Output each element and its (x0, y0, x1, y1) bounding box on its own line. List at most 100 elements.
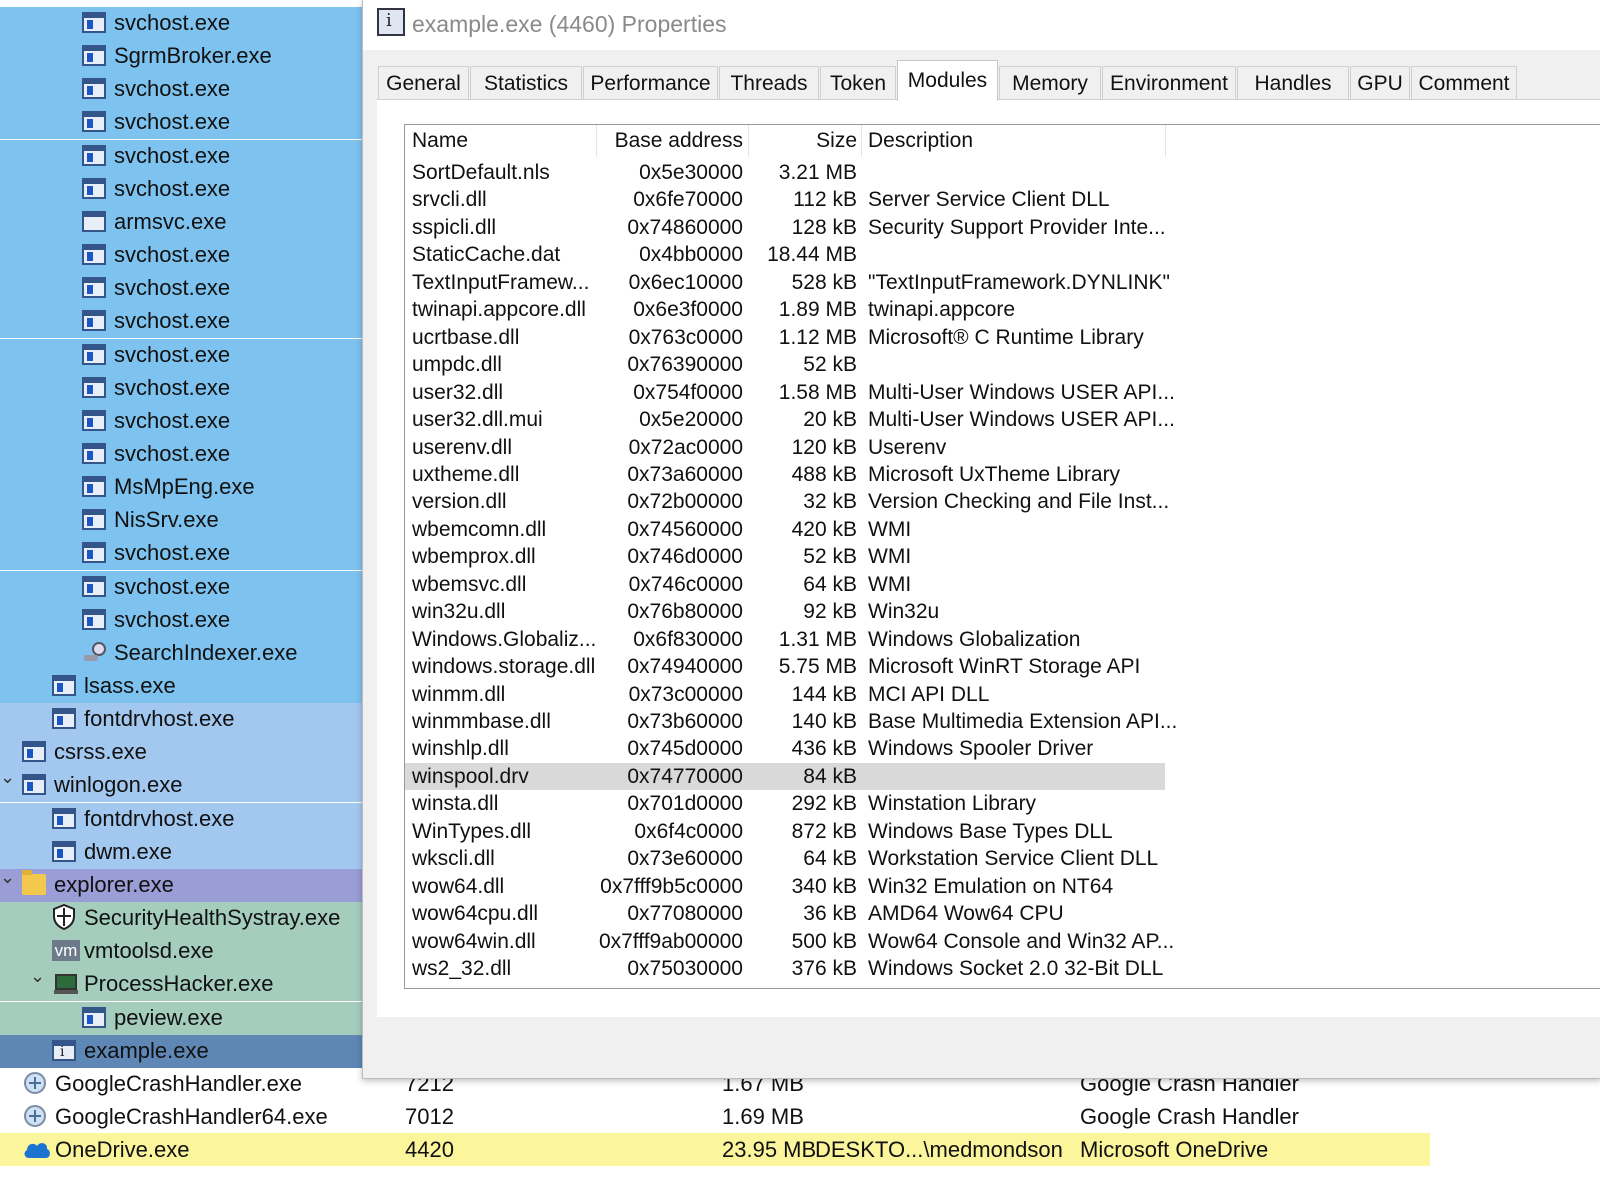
tree-row[interactable]: svchost.exe (0, 570, 370, 604)
module-base-address: 0x72ac0000 (628, 435, 743, 459)
tab-threads[interactable]: Threads (719, 66, 819, 100)
module-row[interactable]: WinTypes.dll 0x6f4c0000 872 kB Windows Base… (405, 818, 1165, 846)
module-row[interactable]: winmm.dll 0x73c00000 144 kB MCI API DLL (405, 681, 1165, 709)
tree-row[interactable]: MsMpEng.exe (0, 471, 370, 505)
tree-row[interactable]: svchost.exe (0, 338, 370, 372)
tab-general[interactable]: General (378, 66, 469, 100)
tab-memory[interactable]: Memory (999, 66, 1101, 100)
tree-row[interactable]: svchost.exe (0, 371, 370, 405)
module-row[interactable]: userenv.dll 0x72ac0000 120 kB Userenv (405, 434, 1165, 462)
tree-row[interactable]: armsvc.exe (0, 205, 370, 239)
module-row[interactable]: TextInputFramew... 0x6ec10000 528 kB "TextI… (405, 269, 1170, 297)
module-row[interactable]: winmmbase.dll 0x73b60000 140 kB Base Multim… (405, 708, 1177, 736)
module-row[interactable]: umpdc.dll 0x76390000 52 kB (405, 351, 1165, 379)
tree-row[interactable]: SgrmBroker.exe (0, 40, 370, 74)
module-row[interactable]: version.dll 0x72b00000 32 kB Version Checki… (405, 488, 1169, 516)
tree-row[interactable]: dwm.exe (0, 835, 370, 869)
process-name: armsvc.exe (114, 208, 227, 234)
tree-row[interactable]: svchost.exe (0, 7, 370, 40)
column-header-base-address[interactable]: Base address (597, 125, 743, 157)
tree-row[interactable]: lsass.exe (0, 670, 370, 703)
process-name: svchost.exe (114, 109, 231, 135)
module-row[interactable]: ws2_32.dll 0x75030000 376 kB Windows Socket… (405, 955, 1165, 983)
module-row[interactable]: wow64.dll 0x7fff9b5c0000 340 kB Win32 Emula… (405, 873, 1165, 901)
process-memory: 1.69 MB (722, 1104, 804, 1130)
tree-row[interactable]: fontdrvhost.exe (0, 802, 370, 836)
process-row[interactable]: OneDrive.exe 4420 23.95 MB DESKTO...\medmon… (0, 1133, 1430, 1167)
tree-row[interactable]: SecurityHealthSystray.exe (0, 902, 370, 936)
module-row[interactable]: wbemcomn.dll 0x74560000 420 kB WMI (405, 516, 1165, 544)
module-row[interactable]: winsta.dll 0x701d0000 292 kB Winstation Lib… (405, 790, 1165, 818)
module-row[interactable]: sspicli.dll 0x74860000 128 kB Security Supp… (405, 214, 1166, 242)
tab-statistics[interactable]: Statistics (470, 66, 582, 100)
column-divider[interactable] (861, 125, 862, 157)
dialog-titlebar[interactable]: example.exe (4460) Properties (363, 0, 1600, 50)
tree-row[interactable]: svchost.exe (0, 537, 370, 571)
module-row[interactable]: twinapi.appcore.dll 0x6e3f0000 1.89 MB twin… (405, 296, 1165, 324)
tree-row[interactable]: NisSrv.exe (0, 504, 370, 538)
module-row[interactable]: SortDefault.nls 0x5e30000 3.21 MB (405, 159, 1165, 187)
tree-row[interactable]: svchost.exe (0, 305, 370, 339)
tree-row[interactable]: svchost.exe (0, 239, 370, 273)
tree-row[interactable]: svchost.exe (0, 603, 370, 637)
module-row[interactable]: wkscli.dll 0x73e60000 64 kB Workstation Ser… (405, 845, 1165, 873)
tab-modules[interactable]: Modules (897, 60, 998, 101)
tree-row[interactable]: ⌄ winlogon.exe (0, 767, 370, 803)
tree-row[interactable]: svchost.exe (0, 437, 370, 471)
tree-row[interactable]: svchost.exe (0, 139, 370, 173)
tree-row[interactable]: ⌄ explorer.exe (0, 867, 370, 902)
module-row[interactable]: wbemsvc.dll 0x746c0000 64 kB WMI (405, 571, 1165, 599)
expand-chevron-icon[interactable]: ⌄ (30, 966, 45, 987)
tree-row[interactable]: svchost.exe (0, 73, 370, 107)
module-row[interactable]: wow64win.dll 0x7fff9ab00000 500 kB Wow64 Co… (405, 928, 1174, 956)
tree-row[interactable]: svchost.exe (0, 404, 370, 438)
module-description: Version Checking and File Inst... (868, 490, 1170, 514)
module-row[interactable]: winspool.drv 0x74770000 84 kB (405, 762, 1165, 791)
process-name: svchost.exe (114, 573, 231, 599)
process-row[interactable]: GoogleCrashHandler64.exe 7012 1.69 MB Googl… (0, 1100, 1430, 1133)
module-row[interactable]: win32u.dll 0x76b80000 92 kB Win32u (405, 598, 1165, 626)
process-name: svchost.exe (114, 540, 231, 566)
tab-performance[interactable]: Performance (583, 66, 718, 100)
module-row[interactable]: winshlp.dll 0x745d0000 436 kB Windows Spool… (405, 735, 1165, 763)
column-header-description[interactable]: Description (868, 125, 973, 157)
tab-gpu[interactable]: GPU (1350, 66, 1410, 100)
window-icon (82, 575, 106, 597)
module-description: Windows Globalization (868, 627, 1081, 651)
modules-list[interactable]: Name Base address Size Description SortD… (404, 124, 1600, 989)
tree-row[interactable]: vm vmtoolsd.exe (0, 935, 370, 969)
tree-row[interactable]: svchost.exe (0, 106, 370, 140)
properties-dialog[interactable]: example.exe (4460) Properties GeneralSta… (362, 0, 1600, 1079)
tree-row[interactable]: ⌄ ProcessHacker.exe (0, 966, 370, 1002)
tab-environment[interactable]: Environment (1102, 66, 1236, 100)
expand-chevron-icon[interactable]: ⌄ (0, 767, 15, 788)
module-row[interactable]: user32.dll 0x754f0000 1.58 MB Multi-User Wi… (405, 379, 1175, 407)
tree-row[interactable]: svchost.exe (0, 272, 370, 306)
module-row[interactable]: windows.storage.dll 0x74940000 5.75 MB Micr… (405, 653, 1165, 681)
module-row[interactable]: wbemprox.dll 0x746d0000 52 kB WMI (405, 543, 1165, 571)
module-row[interactable]: user32.dll.mui 0x5e20000 20 kB Multi-User W… (405, 406, 1175, 434)
column-divider[interactable] (1165, 125, 1166, 157)
module-base-address: 0x74560000 (627, 517, 743, 541)
tree-row[interactable]: fontdrvhost.exe (0, 703, 370, 737)
module-row[interactable]: ucrtbase.dll 0x763c0000 1.12 MB Microsoft® … (405, 324, 1165, 352)
tree-row[interactable]: svchost.exe (0, 172, 370, 206)
column-header-size[interactable]: Size (749, 125, 857, 157)
module-row[interactable]: StaticCache.dat 0x4bb0000 18.44 MB (405, 241, 1165, 269)
tab-token[interactable]: Token (820, 66, 896, 100)
tab-handles[interactable]: Handles (1237, 66, 1349, 100)
module-row[interactable]: srvcli.dll 0x6fe70000 112 kB Server Service… (405, 186, 1165, 214)
process-tree[interactable]: svchost.exe SgrmBroker.exe svchost.exe svch… (0, 0, 370, 1090)
module-row[interactable]: Windows.Globaliz... 0x6f830000 1.31 MB Wind… (405, 626, 1165, 654)
tree-row[interactable]: SearchIndexer.exe (0, 636, 370, 670)
column-header-name[interactable]: Name (412, 125, 468, 157)
tree-row[interactable]: csrss.exe (0, 736, 370, 770)
module-row[interactable]: wow64cpu.dll 0x77080000 36 kB AMD64 Wow64 C… (405, 900, 1165, 928)
tree-row[interactable]: i example.exe (0, 1034, 370, 1068)
tree-row[interactable]: peview.exe (0, 1001, 370, 1035)
module-row[interactable]: uxtheme.dll 0x73a60000 488 kB Microsoft UxT… (405, 461, 1165, 489)
module-base-address: 0x73b60000 (627, 710, 743, 733)
module-size: 52 kB (803, 545, 857, 569)
tab-comment[interactable]: Comment (1411, 66, 1517, 100)
expand-chevron-icon[interactable]: ⌄ (0, 867, 15, 888)
